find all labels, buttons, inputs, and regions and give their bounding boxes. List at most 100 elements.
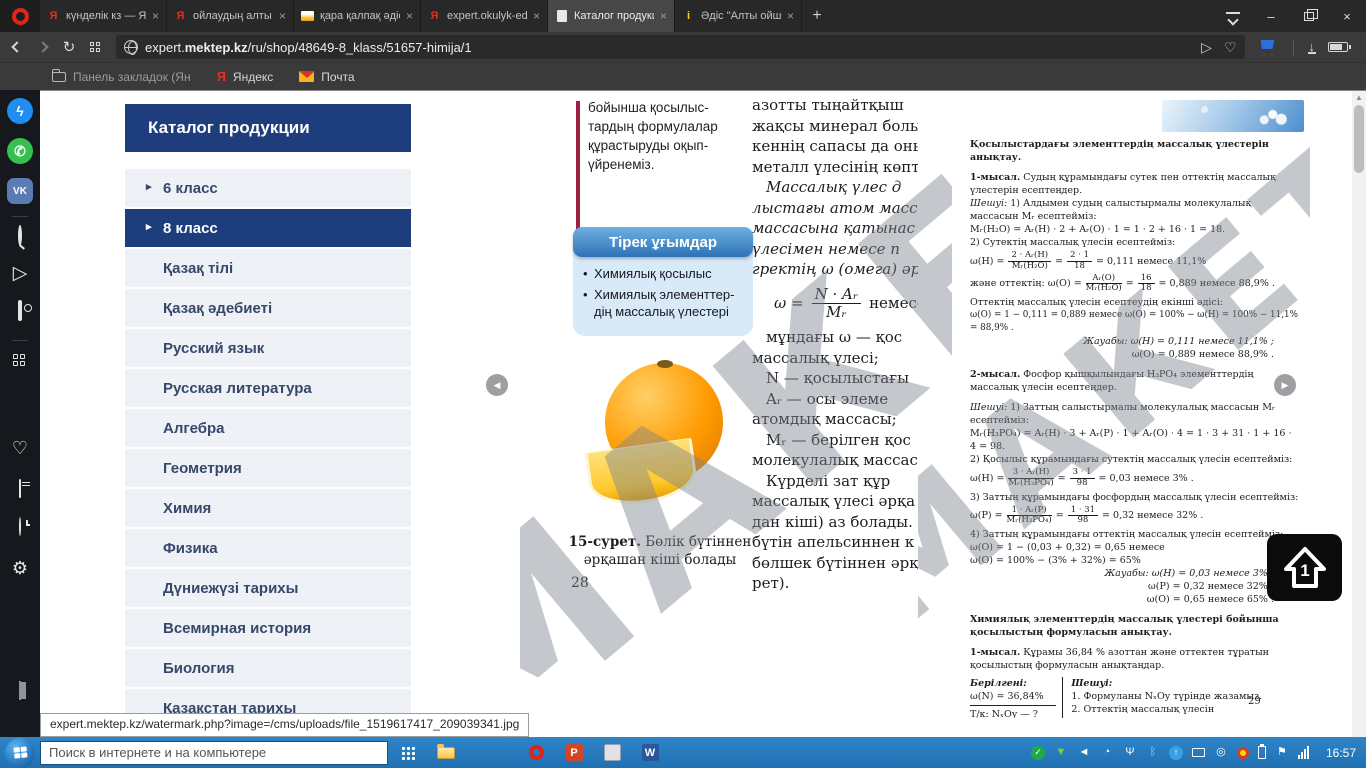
bookmark-heart-icon[interactable]: ♡ [1224,39,1237,56]
forward-icon [37,41,49,53]
scheduler-tray-icon[interactable]: ◔ [1100,746,1114,760]
windows-taskbar: Поиск в интернете и на компьютере P W ✓ … [0,737,1366,768]
tab-4[interactable]: Я expert.okulyk-edu.kz — × [421,0,548,32]
next-page-button[interactable]: ▶ [1274,374,1296,396]
tab-3[interactable]: қара қалпақ әдісі қанда × [294,0,421,32]
page-number-29: 29 [1248,696,1261,707]
volume-tray-icon[interactable]: ◄ [1077,746,1091,760]
tab-2[interactable]: Я ойлаудың алты қалпағы × [167,0,294,32]
sidebar-toggle-button[interactable] [0,681,40,700]
reload-button[interactable]: ↻ [56,35,82,59]
file-explorer-button[interactable] [428,738,464,767]
formula-omega-h: ω(H) = 2 · Aᵣ(H) Mᵣ(H₂O) = 2 · 1 18 = 0,11… [970,250,1207,271]
tab-close-icon[interactable]: × [660,9,667,23]
minimize-button[interactable]: – [1252,0,1290,32]
cart-extension-icon[interactable] [1259,38,1279,56]
tab-close-icon[interactable]: × [279,9,286,23]
url-field[interactable]: expert.mektep.kz/ru/shop/48649-8_klass/5… [116,35,1245,59]
security-center-tray-icon[interactable] [1236,746,1249,759]
vk-button[interactable]: VK [0,178,40,204]
browser-window: Я күнделік кз — Яндекс: н × Я ойлаудың а… [0,0,1366,768]
tab-title: expert.okulyk-edu.kz — [447,10,527,22]
tab-close-icon[interactable]: × [533,9,540,23]
signal-bars-icon[interactable] [1297,746,1309,759]
language-flag-tray-icon[interactable]: ⚑ [1275,746,1289,760]
news-button[interactable] [0,479,40,498]
upload-tray-icon[interactable]: ↑ [1168,745,1183,760]
scrollbar[interactable]: ▲ [1352,91,1366,738]
battery-saver-icon[interactable] [1328,42,1351,52]
menu-item-kazak-adebieti[interactable]: Қазақ әдебиеті [125,289,411,327]
generic-app-button[interactable] [594,738,630,767]
clock-time[interactable]: 16:57 [1326,746,1356,760]
app-grid-button[interactable] [390,738,426,767]
menu-item-geometriya[interactable]: Геометрия [125,449,411,487]
battery-tray-icon[interactable] [1257,744,1266,759]
menu-item-vsemirnaya-istoriya[interactable]: Всемирная история [125,609,411,647]
whatsapp-button[interactable]: ✆ [0,138,40,164]
messenger-button[interactable]: ϟ [0,98,40,124]
opera-menu-button[interactable] [0,0,40,32]
menu-item-8-klass[interactable]: 8 класс [125,209,411,247]
powerpoint-button[interactable]: P [556,738,592,767]
menu-item-fizika[interactable]: Физика [125,529,411,567]
restore-button[interactable] [1290,0,1328,32]
tab-close-icon[interactable]: × [406,9,413,23]
key-terms-title: Тірек ұғымдар [573,227,753,257]
up-arrow-1-icon: 1 [1283,546,1326,588]
tab-5-active[interactable]: Каталог продукции — Т × [548,0,675,32]
flow-send-button[interactable]: ▷ [0,262,40,285]
menu-item-biologiya[interactable]: Биология [125,649,411,687]
snapshot-button[interactable] [0,300,40,321]
tab-close-icon[interactable]: × [152,9,159,23]
menu-item-algebra[interactable]: Алгебра [125,409,411,447]
menu-item-6-klass[interactable]: 6 класс [125,169,411,207]
opera-sidebar: ϟ ✆ VK ▷ ♡ ⚙ [0,90,40,768]
share-icon[interactable]: ▷ [1201,39,1212,56]
downloads-icon[interactable]: ↓ [1307,40,1316,54]
menu-item-russkij-yazyk[interactable]: Русский язык [125,329,411,367]
menu-item-himiya[interactable]: Химия [125,489,411,527]
start-button[interactable] [5,737,35,768]
speed-dial-button[interactable] [82,35,108,59]
settings-button[interactable]: ⚙ [0,558,40,579]
download-manager-tray-icon[interactable]: ▼ [1054,746,1068,760]
bluetooth-tray-icon[interactable]: ᛒ [1146,746,1160,760]
back-button[interactable] [4,35,30,59]
menu-item-duniezhuzi-tarihy[interactable]: Дүниежүзі тарихы [125,569,411,607]
word-button[interactable]: W [632,738,668,767]
usb-tray-icon[interactable]: Ψ [1123,746,1137,760]
search-button[interactable] [0,225,40,246]
network-tray-icon[interactable]: ◎ [1214,746,1228,760]
history-button[interactable] [0,517,40,536]
speed-dial-rail-button[interactable] [0,352,40,368]
opera-taskbar-button-active[interactable] [518,738,554,767]
menu-item-kazak-tili[interactable]: Қазақ тілі [125,249,411,287]
tab-1[interactable]: Я күнделік кз — Яндекс: н × [40,0,167,32]
bookmarks-button[interactable]: ♡ [0,438,40,459]
scrollbar-thumb[interactable] [1354,105,1364,173]
tab-6[interactable]: i Әдіс "Алты ойшыл қалп × [675,0,802,32]
search-icon [18,225,22,246]
tab-title: Каталог продукции — Т [574,10,654,22]
menu-item-russkaya-literatura[interactable]: Русская литература [125,369,411,407]
tab-menu-button[interactable] [1214,0,1252,32]
book-page-left: бойынша қосылыс- тардың формулалар құрас… [520,93,952,693]
tab-title: Әдіс "Алты ойшыл қалп [701,10,781,22]
new-tab-button[interactable]: + [802,0,832,32]
forward-button[interactable] [30,35,56,59]
next-icon: ▶ [1281,379,1289,390]
panel-icon [19,681,21,700]
taskbar-search-input[interactable]: Поиск в интернете и на компьютере [40,740,388,765]
bookmarks-folder[interactable]: Панель закладок (Ян [52,68,191,84]
tab-close-icon[interactable]: × [787,9,794,23]
prev-page-button[interactable]: ◀ [486,374,508,396]
antivirus-tray-icon[interactable]: ✓ [1030,745,1045,760]
display-tray-icon[interactable] [1191,748,1205,757]
bookmark-yandex[interactable]: Я Яндекс [217,69,274,84]
bookmark-mail[interactable]: Почта [299,70,355,84]
scroll-up-icon[interactable]: ▲ [1352,91,1366,102]
close-button[interactable]: × [1328,0,1366,32]
margin-note: бойынша қосылыс- тардың формулалар құрас… [588,100,718,172]
go-to-page-1-button[interactable]: 1 [1267,534,1342,601]
